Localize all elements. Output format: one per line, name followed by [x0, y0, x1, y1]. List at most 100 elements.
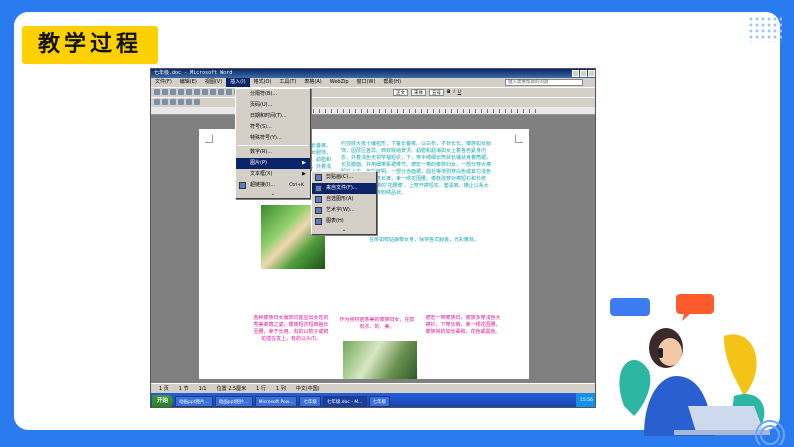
paragraph-main-tail: 在亲如鲜姑娘傣女身，保将各式服装，光彩耀目。 — [369, 237, 480, 243]
taskbar-item[interactable]: 动画ppt图片... — [175, 395, 213, 407]
taskbar-item[interactable]: 动画ppt图片... — [214, 395, 253, 407]
menu-item-textbox[interactable]: 文本框(X) ▶ — [236, 169, 310, 180]
clipart-icon — [315, 174, 322, 181]
menu-item-hyperlink-shortcut: Ctrl+K — [289, 183, 304, 188]
taskbar-item[interactable]: 七年级 — [368, 395, 391, 407]
font-select[interactable]: 宋体 — [411, 89, 426, 96]
spell-icon[interactable] — [194, 89, 200, 95]
menu-item-symbol[interactable]: 符号(S)... — [236, 122, 310, 133]
help-search-input[interactable]: 键入需要帮助的问题 — [505, 79, 583, 86]
size-select[interactable]: 五号 — [429, 89, 444, 96]
window-controls[interactable] — [572, 70, 595, 77]
menu-item-picture[interactable]: 图片(P) ▶ — [236, 158, 310, 169]
start-button[interactable]: 开始 — [152, 394, 174, 407]
column-2-text: 作为身材苗条美的傣族妇女，在款有衣、的、美。 — [339, 317, 415, 330]
open-icon[interactable] — [162, 89, 168, 95]
menu-webzip[interactable]: WebZip — [326, 78, 353, 87]
taskbar-item[interactable]: Microsoft Pow... — [254, 395, 298, 407]
statusbar: 1 页 1 节 1/1 位置 2.5厘米 1 行 1 列 中文(中国) — [151, 383, 595, 393]
minimize-icon[interactable] — [572, 70, 579, 77]
bold-button[interactable]: B — [447, 89, 450, 96]
submenu-expand-chevron-icon[interactable]: ⌄ — [312, 227, 376, 234]
underline-button[interactable]: U — [458, 89, 461, 96]
taskbar-item[interactable]: 七年级 — [299, 395, 321, 407]
menu-help[interactable]: 帮助(H) — [379, 78, 405, 87]
format-controls: 正文 宋体 五号 B I U — [393, 89, 461, 96]
menu-item-hyperlink[interactable]: 超链接(I)... Ctrl+K — [236, 180, 310, 191]
drawing-icon[interactable] — [170, 99, 176, 105]
undo-icon[interactable] — [226, 89, 232, 95]
picture-file-icon — [315, 185, 322, 192]
window-title: 七年级.doc - Microsoft Word — [154, 70, 233, 76]
submenu-item-wordart-label: 艺术字(W)... — [326, 207, 355, 213]
submenu-item-autoshape-label: 自选图形(A) — [326, 196, 354, 202]
map-icon[interactable] — [178, 99, 184, 105]
preview-icon[interactable] — [186, 89, 192, 95]
maximize-icon[interactable] — [580, 70, 587, 77]
submenu-item-chart[interactable]: 图表(H) — [312, 216, 376, 227]
menu-item-break[interactable]: 分隔符(B)... — [236, 89, 310, 100]
close-icon[interactable] — [588, 70, 595, 77]
columns-icon[interactable] — [162, 99, 168, 105]
word-screenshot: 七年级.doc - Microsoft Word 文件(F) 编辑(E) 视图(… — [150, 68, 596, 408]
print-icon[interactable] — [178, 89, 184, 95]
status-position: 位置 2.5厘米 — [216, 386, 247, 392]
help-icon[interactable] — [194, 99, 200, 105]
menu-item-hyperlink-label: 超链接(I)... — [250, 182, 276, 188]
status-pages: 1/1 — [198, 386, 207, 392]
column-1-text: 各种傣族妇女服饰均能显出女性的秀美柔丽之姿，傣族短衣短裤袖长至腰，束于长用。有的… — [253, 315, 329, 342]
new-icon[interactable] — [154, 89, 160, 95]
insert-menu: 分隔符(B)... 页码(U)... 日期和时间(T)... 符号(S)... … — [235, 88, 311, 199]
column-2-photo[interactable] — [343, 341, 417, 379]
cut-icon[interactable] — [202, 89, 208, 95]
decorative-dots — [748, 16, 782, 42]
document-area: 约顶底大抵十编拓形，下垂长叠裤。以白布，不背长长。傣族如女服饰，因层区各异。西双… — [151, 88, 595, 379]
submenu-item-clipart-label: 剪贴画(C)... — [326, 174, 354, 180]
drawing-toolbar — [151, 97, 595, 107]
autoshape-icon — [315, 196, 322, 203]
menu-edit[interactable]: 编辑(E) — [176, 78, 201, 87]
menu-file[interactable]: 文件(F) — [151, 78, 176, 87]
menu-expand-chevron-icon[interactable]: ⌄ — [236, 191, 310, 198]
picture-submenu: 剪贴画(C)... 来自文件(F)... 自选图形(A) 艺术字(W)... 图… — [311, 171, 377, 235]
submenu-arrow-icon: ▶ — [302, 160, 306, 166]
submenu-item-wordart[interactable]: 艺术字(W)... — [312, 205, 376, 216]
menu-item-special-symbol[interactable]: 特殊符号(Y)... — [236, 133, 310, 144]
menu-table[interactable]: 表格(A) — [300, 78, 325, 87]
save-icon[interactable] — [170, 89, 176, 95]
submenu-item-autoshape[interactable]: 自选图形(A) — [312, 194, 376, 205]
taskbar-item-active[interactable]: 七年级.doc - M... — [322, 395, 367, 407]
menu-item-textbox-label: 文本框(X) — [250, 171, 273, 177]
italic-button[interactable]: I — [453, 89, 454, 96]
menu-item-picture-label: 图片(P) — [250, 160, 267, 166]
menu-item-page-number[interactable]: 页码(U)... — [236, 100, 310, 111]
wordart-icon — [315, 207, 322, 214]
menu-view[interactable]: 视图(V) — [201, 78, 226, 87]
menu-format[interactable]: 格式(O) — [250, 78, 276, 87]
zoom-icon[interactable] — [186, 99, 192, 105]
decorative-circles — [755, 420, 785, 445]
menu-item-number[interactable]: 数字(R)... — [236, 147, 310, 158]
submenu-item-clipart[interactable]: 剪贴画(C)... — [312, 172, 376, 183]
menu-insert[interactable]: 插入(I) — [226, 78, 250, 87]
status-page: 1 页 — [159, 386, 169, 392]
menu-separator — [238, 145, 308, 146]
status-section: 1 节 — [178, 386, 189, 392]
submenu-item-from-file[interactable]: 来自文件(F)... — [312, 183, 376, 194]
status-line: 1 行 — [256, 386, 266, 392]
status-language: 中文(中国) — [295, 386, 320, 392]
style-select[interactable]: 正文 — [393, 89, 408, 96]
column-3-text: 德宏一带傣族妇，傣族多穿浅色大襟衫，下穿长裤，束一绣花围腰，傣族常的如长辈和，花… — [425, 315, 501, 335]
submenu-item-from-file-label: 来自文件(F)... — [326, 185, 358, 191]
table-icon[interactable] — [154, 99, 160, 105]
status-col: 1 列 — [275, 386, 286, 392]
slide-title: 教学过程 — [22, 26, 158, 64]
window-titlebar: 七年级.doc - Microsoft Word — [151, 69, 595, 78]
ruler[interactable] — [151, 107, 595, 115]
menu-window[interactable]: 窗口(W) — [353, 78, 380, 87]
paste-icon[interactable] — [218, 89, 224, 95]
menu-tools[interactable]: 工具(T) — [275, 78, 300, 87]
taskbar: 开始 动画ppt图片... 动画ppt图片... Microsoft Pow..… — [151, 393, 595, 407]
copy-icon[interactable] — [210, 89, 216, 95]
menu-item-date-time[interactable]: 日期和时间(T)... — [236, 111, 310, 122]
